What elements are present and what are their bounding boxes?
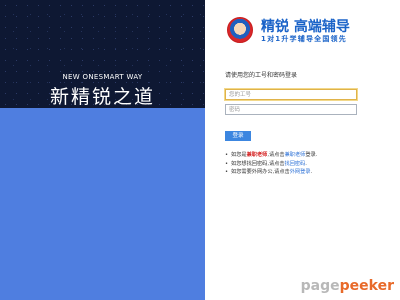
brand-title: 精锐 高端辅导 <box>261 19 350 35</box>
tagline-english: NEW ONESMART WAY <box>62 73 143 81</box>
blue-background <box>0 108 205 300</box>
brand-panel: NEW ONESMART WAY 新精锐之道 <box>0 0 205 300</box>
brand-subtitle: 1对1升学辅导全国领先 <box>261 35 347 43</box>
login-prompt: 请使用您的工号和密码登录 <box>225 72 298 79</box>
external-login-link[interactable]: 外网登录 <box>290 169 311 175</box>
tip-part-time-teacher: 如您是兼职老师,请点击兼职老师登录. <box>225 151 317 160</box>
login-button[interactable]: 登录 <box>225 131 251 141</box>
part-time-teacher-link[interactable]: 兼职老师 <box>285 152 306 158</box>
tip-recover-password: 如您想找回密码,请点击找回密码. <box>225 160 317 169</box>
password-input[interactable] <box>225 104 357 115</box>
onesmart-logo-icon <box>227 17 253 43</box>
login-panel <box>205 0 400 300</box>
tagline-chinese: 新精锐之道 <box>49 86 155 108</box>
employee-id-input[interactable] <box>225 89 357 100</box>
pagepeeker-watermark: pagepeeker <box>300 278 394 294</box>
recover-password-link[interactable]: 找回密码 <box>285 161 306 167</box>
help-tips-list: 如您是兼职老师,请点击兼职老师登录. 如您想找回密码,请点击找回密码. 如您需要… <box>225 151 317 177</box>
tip-external-login: 如您需要外网办公,请点击外网登录. <box>225 168 317 177</box>
